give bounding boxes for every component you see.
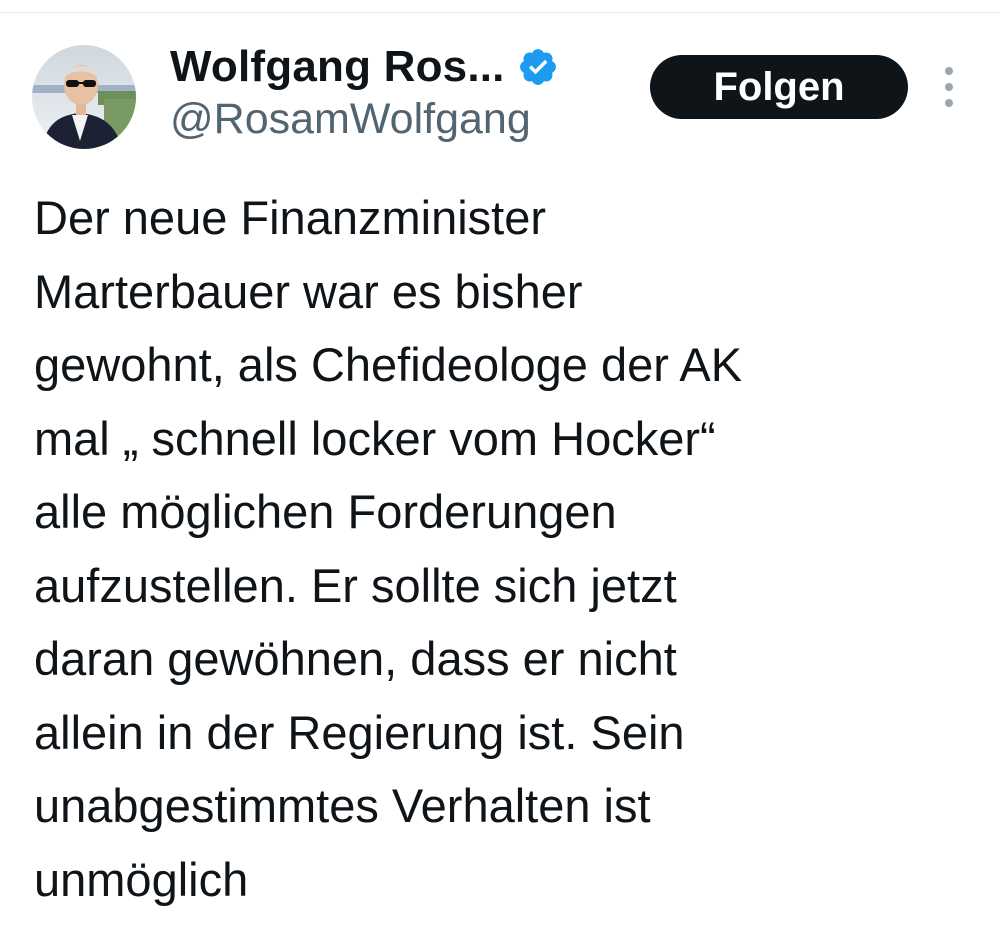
author-info: Wolfgang Ros... @RosamWolfgang [170, 41, 630, 144]
avatar-photo-icon [32, 45, 136, 149]
tweet-text-line: daran gewöhnen, dass er nicht [34, 632, 677, 685]
tweet-text-line: unmöglich [34, 852, 249, 906]
verified-badge-icon [517, 46, 559, 88]
tweet-text-line: allein in der Regierung ist. Sein [34, 705, 685, 759]
more-vertical-icon[interactable] [934, 67, 964, 107]
tweet-text: Der neue Finanzminister Marterbauer war … [34, 181, 974, 916]
more-dot [945, 83, 953, 91]
author-handle[interactable]: @RosamWolfgang [170, 95, 630, 144]
tweet-text-line: alle möglichen Forderungen [34, 485, 617, 538]
tweet-header: Wolfgang Ros... @RosamWolfgang Folgen [0, 13, 1000, 163]
follow-button[interactable]: Folgen [650, 55, 908, 119]
display-name[interactable]: Wolfgang Ros... [170, 42, 505, 92]
tweet-text-line: Marterbauer war es bisher [34, 264, 583, 318]
tweet-text-line: unabgestimmtes Verhalten ist [34, 779, 651, 832]
tweet-text-line: gewohnt, als Chefideologe der AK [34, 338, 743, 391]
more-dot [945, 67, 953, 75]
tweet-card: Wolfgang Ros... @RosamWolfgang Folgen De… [0, 13, 1000, 933]
author-name-row: Wolfgang Ros... [170, 41, 630, 93]
tweet-text-line: aufzustellen. Er sollte sich jetzt [34, 558, 677, 612]
avatar[interactable] [32, 45, 136, 149]
tweet-text-line: mal „ schnell locker vom Hocker“ [34, 411, 716, 465]
tweet-text-line: Der neue Finanzminister [34, 191, 546, 244]
more-dot [945, 99, 953, 107]
